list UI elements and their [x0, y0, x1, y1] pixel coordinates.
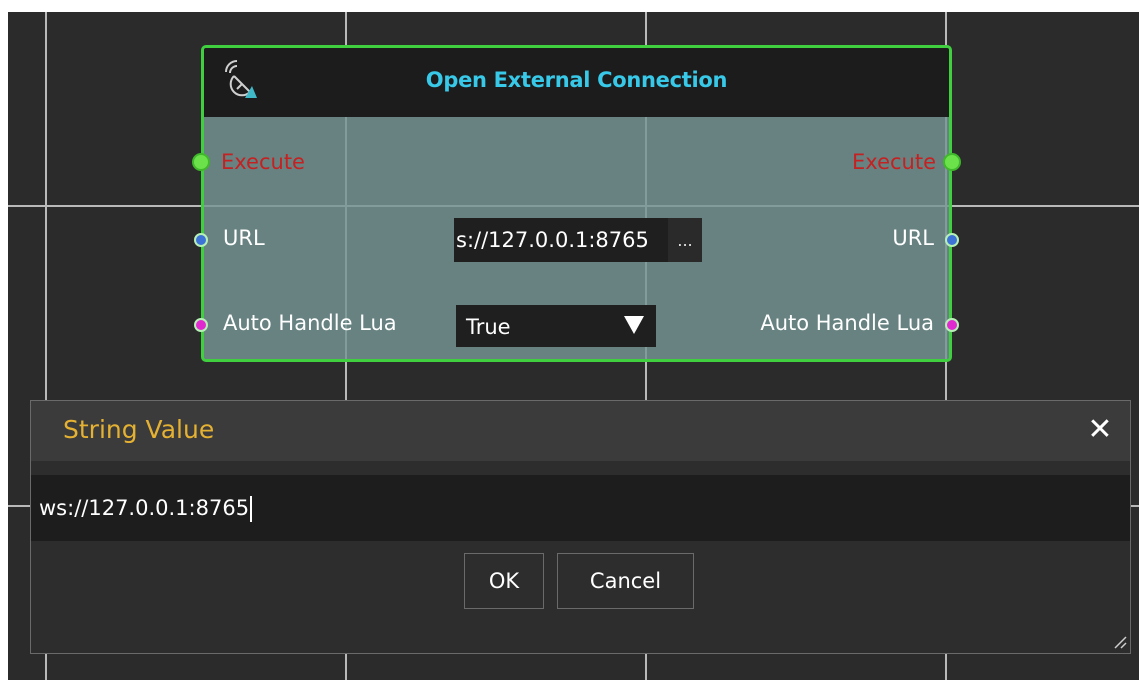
url-input-port[interactable] [194, 233, 208, 247]
url-input-label: URL [223, 226, 265, 250]
dropdown-arrow-icon [624, 316, 644, 334]
text-caret [250, 496, 253, 522]
dialog-title: String Value [63, 415, 215, 444]
dialog-header[interactable]: String Value ✕ [31, 401, 1130, 461]
auto-handle-lua-output-port[interactable] [945, 318, 959, 332]
auto-handle-lua-output-label: Auto Handle Lua [760, 311, 934, 335]
url-value-field[interactable]: s://127.0.0.1:8765 ... [454, 218, 702, 262]
string-value-dialog[interactable]: String Value ✕ ws://127.0.0.1:8765 OK Ca… [30, 400, 1131, 654]
ok-button[interactable]: OK [464, 553, 544, 609]
auto-handle-lua-select[interactable]: True [456, 305, 656, 347]
cancel-button[interactable]: Cancel [557, 553, 694, 609]
auto-handle-lua-select-value: True [466, 315, 511, 339]
url-output-port[interactable] [945, 233, 959, 247]
auto-handle-lua-input-port[interactable] [194, 318, 208, 332]
url-value-text: s://127.0.0.1:8765 [456, 228, 649, 252]
node-title: Open External Connection [425, 68, 728, 92]
string-value-text: ws://127.0.0.1:8765 [39, 496, 250, 520]
url-edit-button[interactable]: ... [668, 218, 702, 262]
url-output-label: URL [892, 226, 934, 250]
close-icon[interactable]: ✕ [1082, 412, 1118, 448]
execute-input-port[interactable] [192, 153, 210, 171]
node-graph-canvas[interactable]: Open External Connection Execute URL Aut… [8, 12, 1139, 680]
execute-output-port[interactable] [943, 153, 961, 171]
auto-handle-lua-input-label: Auto Handle Lua [223, 311, 397, 335]
node-header[interactable]: Open External Connection [204, 48, 949, 117]
execute-output-label: Execute [852, 150, 936, 174]
resize-grip-icon[interactable] [1111, 633, 1127, 649]
open-external-connection-node[interactable]: Open External Connection Execute URL Aut… [192, 45, 961, 362]
execute-input-label: Execute [221, 150, 305, 174]
string-value-input[interactable]: ws://127.0.0.1:8765 [31, 475, 1130, 541]
